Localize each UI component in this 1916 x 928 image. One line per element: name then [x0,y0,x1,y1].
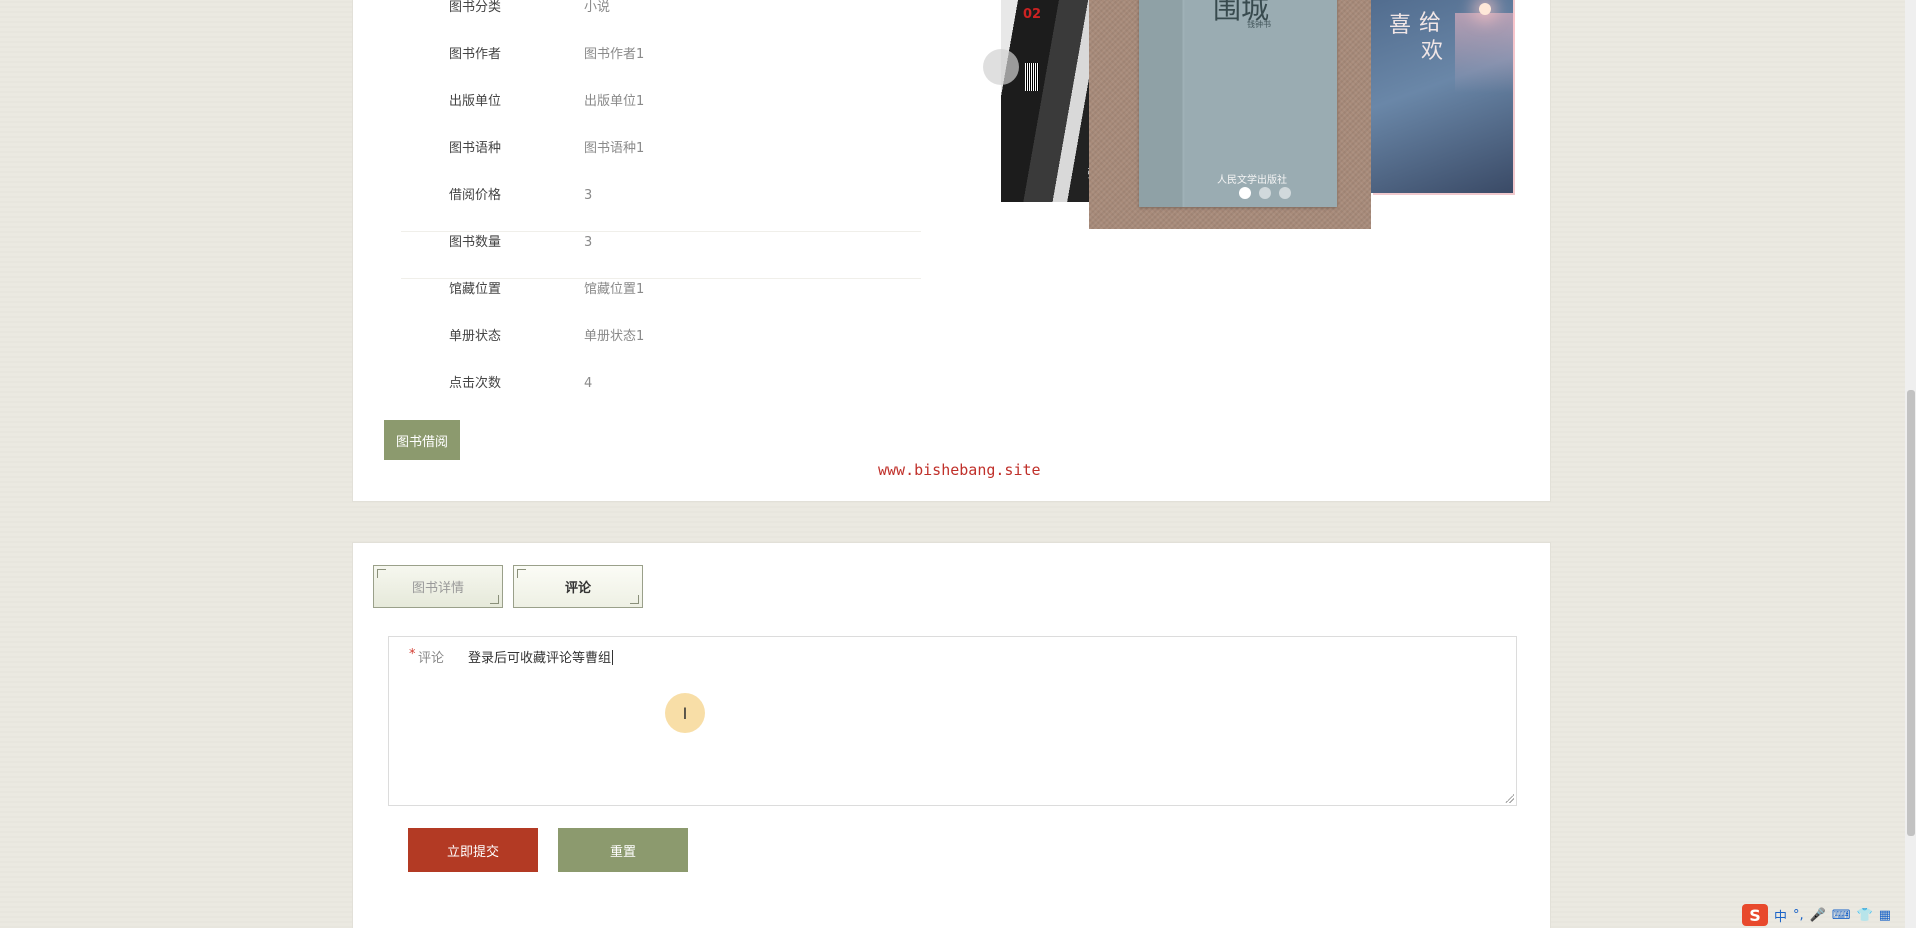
carousel-dot-1[interactable] [1239,187,1251,199]
info-value: 出版单位1 [584,94,645,109]
info-label: 图书数量 [448,235,501,250]
ime-punctuation-icon[interactable]: °, [1793,908,1804,923]
info-label: 馆藏位置 [448,282,501,297]
info-value: 图书作者1 [584,47,645,62]
scrollbar-thumb[interactable] [1907,390,1915,836]
info-row-price: 借阅价格 3 [401,185,921,232]
carousel-dot-3[interactable] [1279,187,1291,199]
info-row-publisher: 出版单位 出版单位1 [401,91,921,137]
resize-handle-icon[interactable] [1505,794,1514,803]
info-row-clicks: 点击次数 4 [401,373,921,419]
info-row-status: 单册状态 单册状态1 [401,326,921,372]
watermark-text: www.bishebang.site [878,461,1041,479]
info-row-author: 图书作者 图书作者1 [401,44,921,90]
cover-title-char: 欢 [1421,39,1444,64]
barcode-graphic [1025,63,1039,91]
ime-toolbar: S 中 °, 🎤 ⌨ 👕 ▦ [1742,902,1912,928]
ime-logo-icon[interactable]: S [1742,904,1768,926]
info-value: 4 [584,376,593,391]
info-label: 图书分类 [448,0,501,15]
info-label: 借阅价格 [448,188,501,203]
grid-menu-icon[interactable]: ▦ [1879,908,1891,923]
text-caret [612,650,614,665]
comment-panel: 图书详情 评论 * 评论 登录后可收藏评论等曹组 立即提交 重置 [352,542,1551,928]
lamp-graphic [1479,3,1491,15]
reset-button[interactable]: 重置 [558,828,688,872]
comment-input-text[interactable]: 登录后可收藏评论等曹组 [468,647,614,666]
info-row-quantity: 图书数量 3 [401,232,921,279]
info-label: 图书作者 [448,47,501,62]
info-value: 3 [584,235,593,250]
info-row-category: 图书分类 小说 [401,0,921,43]
info-value: 单册状态1 [584,329,645,344]
skin-icon[interactable]: 👕 [1857,908,1873,923]
microphone-icon[interactable]: 🎤 [1810,908,1826,923]
info-row-location: 馆藏位置 馆藏位置1 [401,279,921,325]
keyboard-icon[interactable]: ⌨ [1832,908,1851,923]
submit-button[interactable]: 立即提交 [408,828,538,872]
cover-author: 钱钟书 [1247,20,1271,29]
info-value: 图书语种1 [584,141,645,156]
carousel-dots [1239,187,1291,199]
cover-title: 围城 [1213,0,1270,25]
page-background: 图书分类 小说 图书作者 图书作者1 出版单位 出版单位1 图书语种 图书语种1… [0,0,1916,928]
cover-title-char: 喜 [1389,13,1412,38]
tab-comment[interactable]: 评论 [513,565,643,608]
comment-textarea[interactable]: * 评论 登录后可收藏评论等曹组 [388,636,1517,806]
info-row-language: 图书语种 图书语种1 [401,138,921,184]
borrow-button[interactable]: 图书借阅 [384,420,460,460]
ime-language-toggle[interactable]: 中 [1774,906,1787,925]
required-mark: * [409,647,416,662]
text-cursor-icon: I [682,703,688,723]
info-value: 小说 [584,0,611,15]
info-value: 3 [584,188,593,203]
comment-label: 评论 [418,651,445,666]
carousel-dot-2[interactable] [1259,187,1271,199]
book-carousel: 02 张 围城 钱钟书 人民文学出版社 给 喜 [983,0,1533,233]
tab-book-details[interactable]: 图书详情 [373,565,503,608]
comment-value: 登录后可收藏评论等曹组 [468,651,612,666]
carousel-prev-arrow[interactable] [983,49,1019,85]
info-label: 图书语种 [448,141,501,156]
book-info-panel: 图书分类 小说 图书作者 图书作者1 出版单位 出版单位1 图书语种 图书语种1… [352,0,1551,502]
cover-number: 02 [1023,7,1042,22]
book-cover-right[interactable]: 给 喜 欢 [1371,0,1515,193]
mouse-cursor-highlight: I [665,693,705,733]
info-label: 点击次数 [448,376,501,391]
info-label: 单册状态 [448,329,501,344]
lamp-light [1455,13,1515,93]
info-value: 馆藏位置1 [584,282,645,297]
info-label: 出版单位 [448,94,501,109]
book-cover-center[interactable]: 围城 钱钟书 人民文学出版社 [1139,0,1337,207]
cover-publisher: 人民文学出版社 [1217,175,1287,186]
